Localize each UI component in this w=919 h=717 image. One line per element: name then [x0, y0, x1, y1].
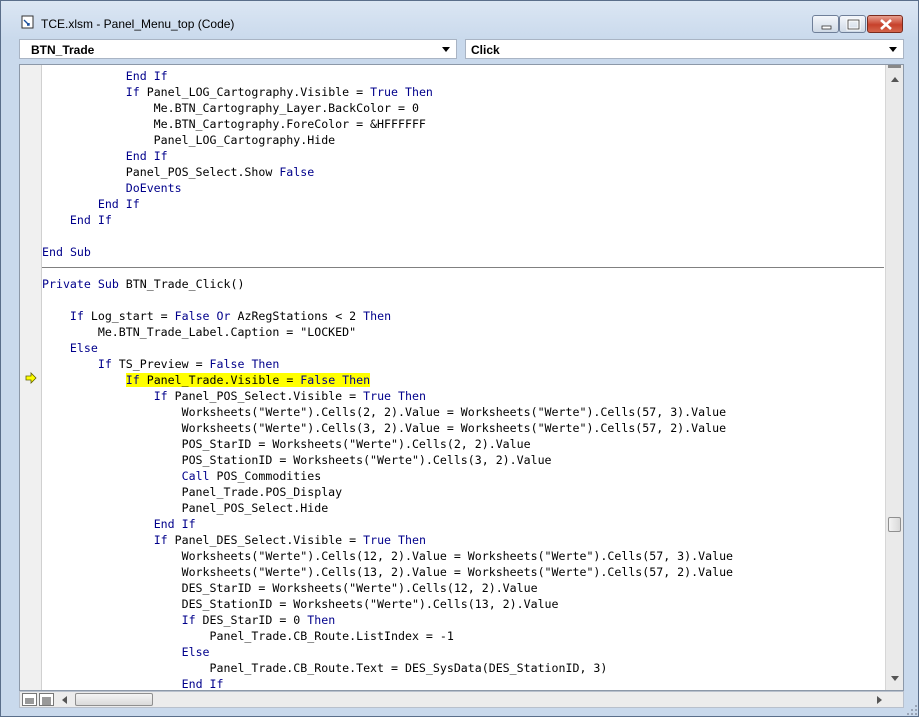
code-line[interactable]: POS_StarID = Worksheets("Werte").Cells(2… — [42, 436, 531, 452]
code-line[interactable]: End If — [42, 68, 168, 84]
bottom-bar — [19, 691, 904, 708]
split-bar[interactable] — [888, 65, 901, 68]
code-line[interactable]: Private Sub BTN_Trade_Click() — [42, 276, 244, 292]
code-line[interactable]: Panel_LOG_Cartography.Hide — [42, 132, 336, 148]
execution-arrow-icon — [25, 372, 37, 384]
resize-grip-icon[interactable] — [906, 704, 918, 716]
vertical-scroll-thumb[interactable] — [888, 517, 901, 532]
code-line[interactable]: Worksheets("Werte").Cells(13, 2).Value =… — [42, 564, 733, 580]
scroll-left-icon[interactable] — [62, 696, 67, 704]
code-line[interactable]: End If — [42, 196, 140, 212]
code-line[interactable]: Else — [42, 340, 98, 356]
minimize-icon — [821, 25, 832, 30]
procedure-dropdown[interactable]: Click — [465, 39, 904, 59]
code-line[interactable]: Else — [42, 644, 210, 660]
code-area[interactable]: End If If Panel_LOG_Cartography.Visible … — [42, 65, 884, 690]
scroll-down-icon[interactable] — [891, 676, 899, 681]
code-line[interactable]: Panel_POS_Select.Show False — [42, 164, 314, 180]
code-line[interactable]: If DES_StarID = 0 Then — [42, 612, 336, 628]
code-line[interactable]: Panel_Trade.POS_Display — [42, 484, 343, 500]
code-line[interactable]: If TS_Preview = False Then — [42, 356, 280, 372]
title-bar[interactable]: TCE.xlsm - Panel_Menu_top (Code) — [1, 1, 918, 33]
code-line[interactable]: Me.BTN_Cartography.ForeColor = &HFFFFFF — [42, 116, 426, 132]
scroll-up-icon[interactable] — [891, 77, 899, 82]
procedure-separator — [42, 267, 884, 268]
procedure-view-button[interactable] — [22, 693, 37, 706]
code-line[interactable]: Me.BTN_Trade_Label.Caption = "LOCKED" — [42, 324, 356, 340]
full-module-view-icon — [42, 697, 51, 705]
code-line[interactable]: Worksheets("Werte").Cells(3, 2).Value = … — [42, 420, 726, 436]
vba-code-window: TCE.xlsm - Panel_Menu_top (Code) BTN_Tra… — [0, 0, 919, 717]
code-line[interactable]: DoEvents — [42, 180, 182, 196]
current-statement-highlight: If Panel_Trade.Visible = False Then — [125, 373, 371, 387]
vba-module-icon — [21, 15, 34, 29]
code-line[interactable]: Call POS_Commodities — [42, 468, 322, 484]
code-line[interactable]: If Panel_POS_Select.Visible = True Then — [42, 388, 426, 404]
code-editor[interactable]: End If If Panel_LOG_Cartography.Visible … — [19, 64, 904, 691]
code-line[interactable]: Panel_Trade.CB_Route.Text = DES_SysData(… — [42, 660, 608, 676]
code-line[interactable]: Panel_POS_Select.Hide — [42, 500, 329, 516]
code-line[interactable]: If Panel_Trade.Visible = False Then — [42, 372, 371, 388]
minimize-button[interactable] — [812, 15, 839, 33]
maximize-icon — [846, 18, 861, 31]
code-line[interactable]: Panel_Trade.CB_Route.ListIndex = -1 — [42, 628, 454, 644]
vertical-scrollbar[interactable] — [885, 65, 903, 690]
procedure-dropdown-value: Click — [471, 43, 500, 57]
code-line[interactable]: DES_StationID = Worksheets("Werte").Cell… — [42, 596, 559, 612]
code-line[interactable]: End If — [42, 676, 224, 690]
object-dropdown-value: BTN_Trade — [31, 43, 95, 57]
code-line[interactable]: If Panel_LOG_Cartography.Visible = True … — [42, 84, 433, 100]
code-line[interactable]: Worksheets("Werte").Cells(2, 2).Value = … — [42, 404, 726, 420]
full-module-view-button[interactable] — [39, 693, 54, 706]
code-line[interactable]: If Log_start = False Or AzRegStations < … — [42, 308, 391, 324]
code-line[interactable]: If Panel_DES_Select.Visible = True Then — [42, 532, 426, 548]
code-line[interactable]: End If — [42, 516, 196, 532]
code-line[interactable]: DES_StarID = Worksheets("Werte").Cells(1… — [42, 580, 538, 596]
procedure-view-icon — [25, 698, 34, 704]
window-title: TCE.xlsm - Panel_Menu_top (Code) — [41, 17, 235, 31]
horizontal-scroll-thumb[interactable] — [75, 693, 153, 706]
code-line[interactable]: Me.BTN_Cartography_Layer.BackColor = 0 — [42, 100, 419, 116]
indicator-margin[interactable] — [20, 65, 42, 690]
close-button[interactable] — [867, 15, 903, 33]
chevron-down-icon — [442, 47, 450, 52]
object-dropdown[interactable]: BTN_Trade — [19, 39, 457, 59]
code-line[interactable]: End If — [42, 212, 112, 228]
chevron-down-icon — [889, 47, 897, 52]
code-line[interactable]: End If — [42, 148, 168, 164]
maximize-button[interactable] — [839, 15, 866, 33]
code-line[interactable]: Worksheets("Werte").Cells(12, 2).Value =… — [42, 548, 733, 564]
code-line[interactable]: End Sub — [42, 244, 91, 260]
close-icon — [880, 19, 892, 30]
scroll-right-icon[interactable] — [877, 696, 882, 704]
code-line[interactable]: POS_StationID = Worksheets("Werte").Cell… — [42, 452, 552, 468]
